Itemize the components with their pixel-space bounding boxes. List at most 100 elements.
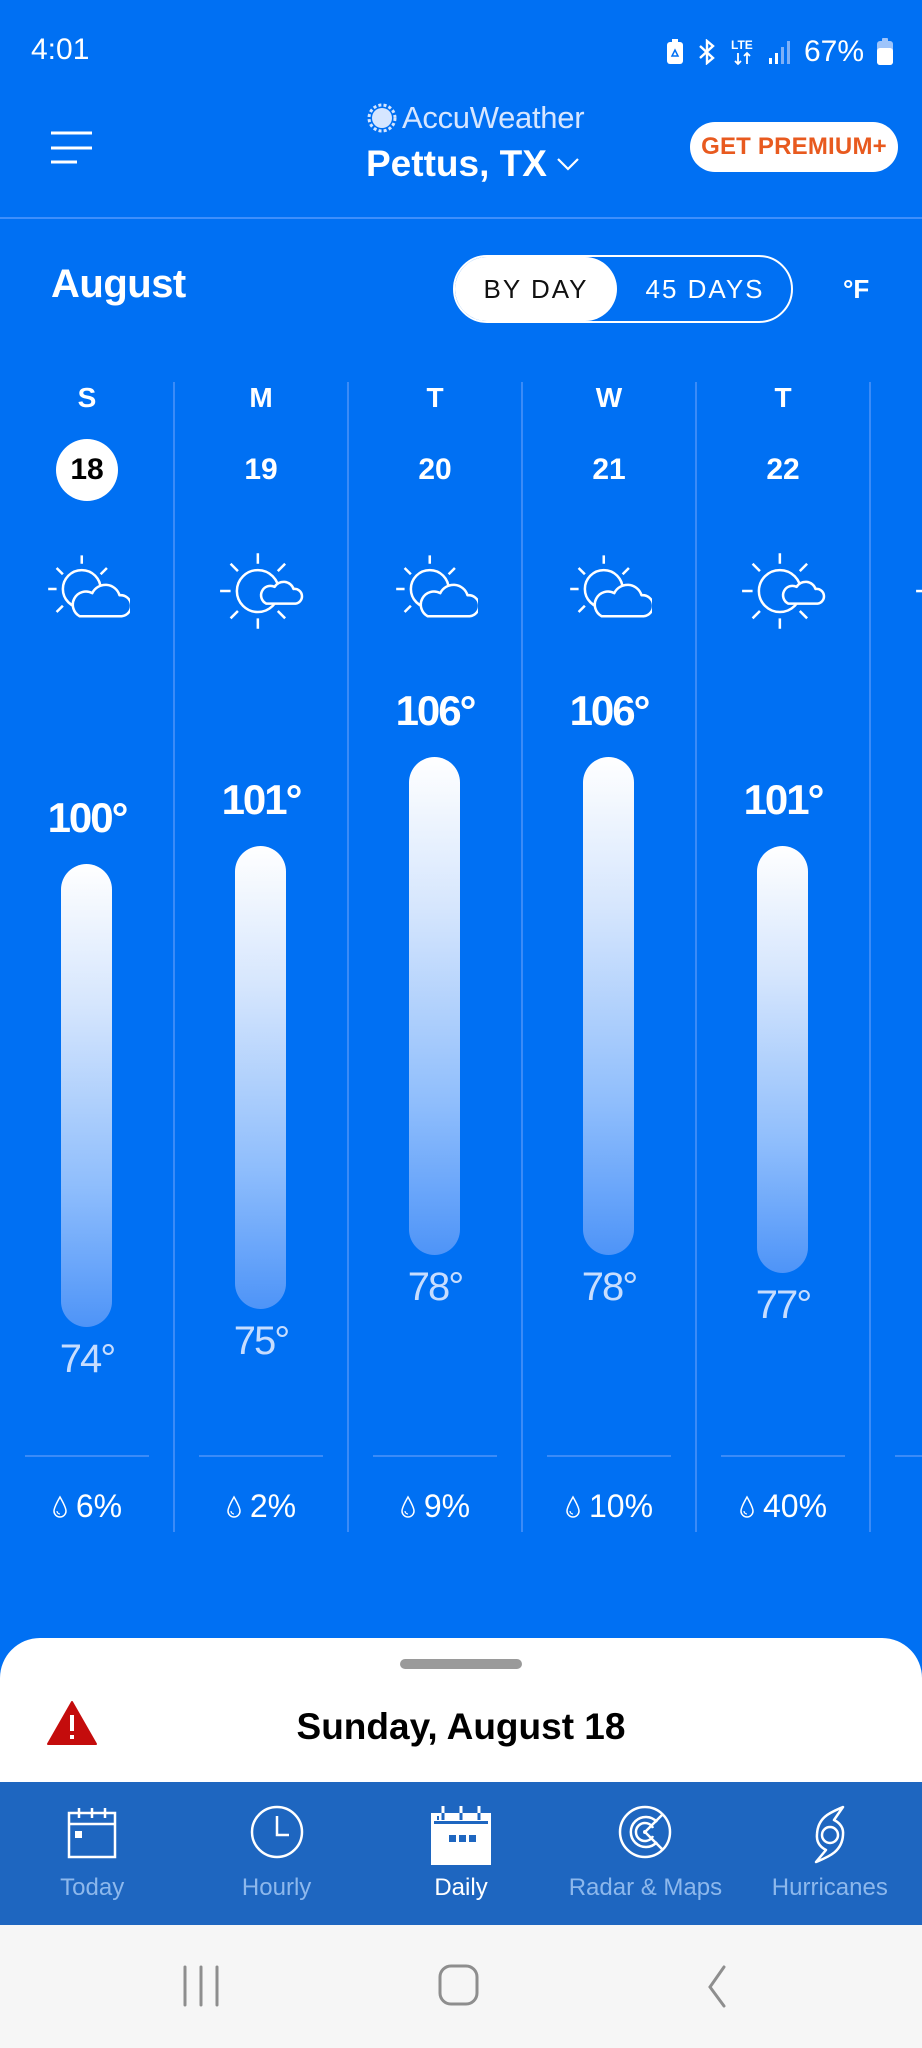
nav-hourly[interactable]: Hourly bbox=[184, 1782, 368, 1925]
svg-text:LTE: LTE bbox=[731, 38, 753, 52]
chevron-down-icon bbox=[557, 158, 579, 171]
high-temp: 101° bbox=[221, 776, 303, 823]
month-label: August bbox=[51, 262, 186, 306]
raindrop-icon bbox=[401, 1494, 415, 1518]
nav-daily[interactable]: Daily bbox=[369, 1782, 553, 1925]
day-column[interactable]: S 18 100° 74° 6% bbox=[0, 382, 174, 1532]
day-date[interactable]: 19 bbox=[230, 439, 292, 501]
nav-label: Daily bbox=[434, 1874, 488, 1901]
nav-radar-maps[interactable]: Radar & Maps bbox=[553, 1782, 737, 1925]
high-temp: 106° bbox=[395, 687, 477, 734]
radar-icon bbox=[619, 1805, 672, 1859]
brand-logo: AccuWeather bbox=[366, 100, 585, 136]
location-selector[interactable]: Pettus, TX bbox=[366, 143, 581, 185]
get-premium-button[interactable]: GET PREMIUM+ bbox=[690, 122, 898, 172]
low-temp: 74° bbox=[59, 1336, 117, 1381]
home-button[interactable] bbox=[436, 1963, 482, 2009]
raindrop-icon bbox=[53, 1494, 67, 1518]
precip-divider bbox=[25, 1455, 149, 1457]
day-of-week: T bbox=[426, 382, 444, 413]
precip-value: 2% bbox=[249, 1488, 297, 1524]
45-days-tab[interactable]: 45 DAYS bbox=[617, 257, 793, 321]
calendar-daily-icon bbox=[431, 1806, 492, 1865]
temp-range-bar bbox=[61, 863, 112, 1327]
precip-chance: 2% bbox=[174, 1488, 348, 1525]
temp-range-bar bbox=[235, 846, 286, 1309]
day-of-week: W bbox=[595, 382, 623, 413]
system-nav-bar bbox=[0, 1925, 922, 2048]
day-date[interactable]: 20 bbox=[404, 439, 466, 501]
high-temp: 106° bbox=[569, 687, 651, 734]
status-time: 4:01 bbox=[31, 33, 90, 66]
temp-range-bar bbox=[409, 757, 460, 1256]
bottom-nav: Today Hourly Daily Radar & Maps Hurrican… bbox=[0, 1782, 922, 1925]
view-toggle: BY DAY 45 DAYS bbox=[453, 255, 793, 323]
signal-icon bbox=[768, 41, 790, 64]
day-date[interactable]: 22 bbox=[752, 439, 814, 501]
header-divider bbox=[0, 217, 922, 219]
bluetooth-icon bbox=[699, 39, 715, 65]
menu-button[interactable] bbox=[44, 122, 100, 172]
nav-label: Today bbox=[60, 1874, 125, 1901]
day-detail-sheet: Sunday, August 18 bbox=[0, 1638, 922, 1783]
calendar-today-icon bbox=[67, 1808, 117, 1859]
day-date[interactable]: 21 bbox=[578, 439, 640, 501]
status-icons: LTE 67% bbox=[666, 34, 894, 70]
precip-divider bbox=[895, 1455, 922, 1457]
temp-range-bar bbox=[583, 757, 634, 1256]
hurricane-icon bbox=[814, 1805, 845, 1864]
battery-percent: 67% bbox=[803, 35, 864, 68]
low-temp: 77° bbox=[755, 1283, 813, 1328]
temp-range-bar bbox=[757, 846, 808, 1274]
column-divider bbox=[173, 382, 175, 1532]
nav-label: Radar & Maps bbox=[568, 1874, 723, 1901]
sun-logo-icon bbox=[367, 103, 397, 133]
clock-icon bbox=[250, 1805, 303, 1859]
hamburger-menu-icon bbox=[51, 131, 92, 164]
precip-chance: 6% bbox=[0, 1488, 174, 1525]
brand-name: AccuWeather bbox=[402, 100, 585, 135]
column-divider bbox=[521, 382, 523, 1532]
sheet-drag-handle[interactable] bbox=[400, 1659, 522, 1669]
day-column[interactable]: M 19 101° 75° 2% bbox=[174, 382, 348, 1532]
precip-divider bbox=[373, 1455, 497, 1457]
precip-value: 9% bbox=[423, 1488, 471, 1524]
partly-sunny-icon bbox=[742, 553, 826, 629]
nav-label: Hourly bbox=[241, 1874, 312, 1901]
raindrop-icon bbox=[740, 1494, 754, 1518]
day-column[interactable]: W 21 106° 78° 10% bbox=[522, 382, 696, 1532]
by-day-tab[interactable]: BY DAY bbox=[455, 257, 617, 321]
nav-hurricanes[interactable]: Hurricanes bbox=[738, 1782, 922, 1925]
battery-icon bbox=[877, 38, 893, 65]
weather-icon bbox=[916, 589, 922, 593]
mostly-cloudy-icon bbox=[48, 555, 130, 618]
day-of-week: S bbox=[77, 382, 97, 413]
mostly-cloudy-icon bbox=[396, 555, 478, 618]
low-temp: 78° bbox=[581, 1265, 639, 1310]
raindrop-icon bbox=[227, 1494, 241, 1518]
precip-chance: 10% bbox=[522, 1488, 696, 1525]
mostly-cloudy-icon bbox=[570, 555, 652, 618]
next-day-column-partial[interactable] bbox=[870, 382, 922, 1532]
day-column[interactable]: T 20 106° 78° 9% bbox=[348, 382, 522, 1532]
nav-today[interactable]: Today bbox=[0, 1782, 184, 1925]
high-temp: 100° bbox=[47, 793, 129, 841]
precip-chance: 9% bbox=[348, 1488, 522, 1525]
day-column[interactable]: T 22 101° 77° 40% bbox=[696, 382, 870, 1532]
battery-saver-icon bbox=[666, 39, 683, 64]
precip-value: 40% bbox=[762, 1488, 828, 1524]
day-date[interactable]: 18 bbox=[56, 439, 118, 501]
partly-sunny-icon bbox=[220, 553, 304, 629]
day-of-week: T bbox=[774, 382, 792, 413]
sheet-title: Sunday, August 18 bbox=[296, 1706, 626, 1747]
unit-toggle[interactable]: °F bbox=[843, 274, 869, 305]
lte-icon: LTE bbox=[731, 38, 753, 66]
nav-label: Hurricanes bbox=[771, 1874, 888, 1901]
precip-divider bbox=[199, 1455, 323, 1457]
precip-divider bbox=[721, 1455, 845, 1457]
recents-button[interactable] bbox=[178, 1963, 224, 2009]
high-temp: 101° bbox=[743, 776, 825, 823]
raindrop-icon bbox=[566, 1494, 580, 1518]
low-temp: 75° bbox=[233, 1318, 291, 1363]
back-button[interactable] bbox=[700, 1963, 736, 2009]
